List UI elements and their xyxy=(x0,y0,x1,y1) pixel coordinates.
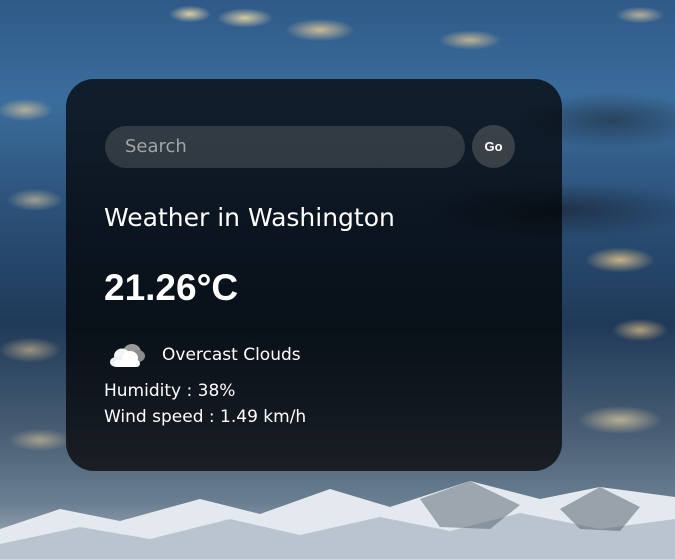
wind-speed: Wind speed : 1.49 km/h xyxy=(104,407,306,427)
background-mountains xyxy=(0,481,675,559)
weather-condition: Overcast Clouds xyxy=(108,338,301,372)
search-input[interactable] xyxy=(105,125,465,168)
go-button[interactable]: Go xyxy=(472,125,515,168)
city-name: Washington xyxy=(247,203,395,232)
humidity: Humidity : 38% xyxy=(104,381,235,401)
temperature-unit: °C xyxy=(196,267,239,308)
cloud-icon xyxy=(108,338,148,372)
humidity-value: 38% xyxy=(197,381,236,401)
city-heading: Weather in Washington xyxy=(104,203,395,232)
search-bar: Go xyxy=(105,125,515,168)
weather-description: Overcast Clouds xyxy=(162,345,301,365)
wind-value: 1.49 km/h xyxy=(220,407,307,427)
temperature: 21.26°C xyxy=(104,267,238,309)
city-prefix: Weather in xyxy=(104,203,240,232)
wind-label: Wind speed : xyxy=(104,407,215,427)
weather-card: Go Weather in Washington 21.26°C Overcas… xyxy=(66,79,562,471)
temperature-value: 21.26 xyxy=(104,267,197,308)
humidity-label: Humidity : xyxy=(104,381,193,401)
